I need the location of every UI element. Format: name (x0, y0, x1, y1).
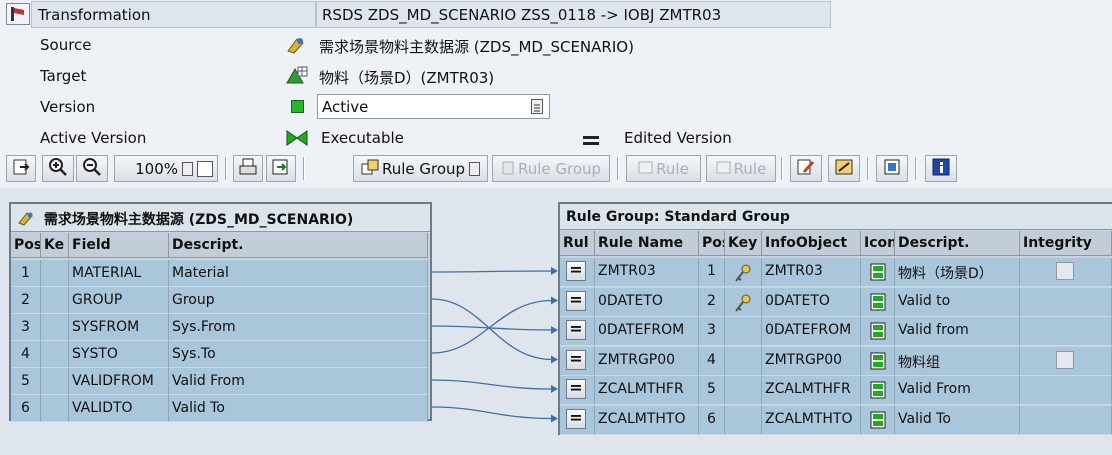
mapping-arrow (551, 355, 558, 364)
mapping-arrow (551, 267, 558, 275)
mapping-arrow (551, 326, 558, 334)
mapping-arrow (551, 385, 558, 393)
mapping-lines (431, 267, 558, 423)
mapping-line[interactable] (431, 406, 553, 420)
mapping-line[interactable] (431, 325, 553, 331)
mapping-line[interactable] (431, 270, 553, 273)
mapping-line[interactable] (431, 379, 553, 390)
mapping-arrow (551, 414, 558, 423)
mapping-arrow (551, 296, 558, 305)
